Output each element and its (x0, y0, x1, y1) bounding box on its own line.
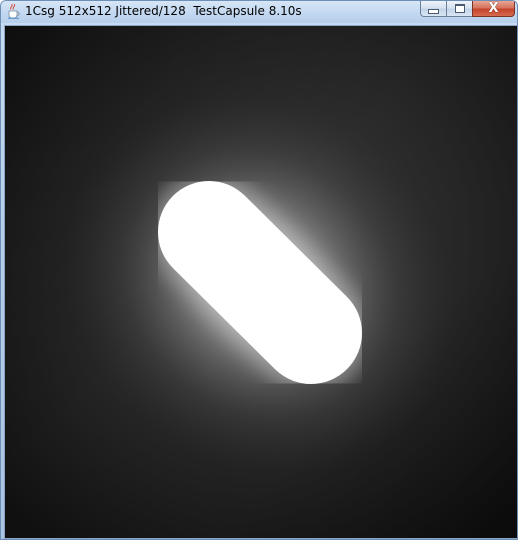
window-title: 1Csg 512x512 Jittered/128 TestCapsule 8.… (25, 4, 302, 18)
render-image (5, 26, 517, 538)
app-window: 1Csg 512x512 Jittered/128 TestCapsule 8.… (0, 0, 518, 540)
minimize-button[interactable] (420, 1, 446, 17)
capsule-shape (158, 181, 362, 384)
title-bar[interactable]: 1Csg 512x512 Jittered/128 TestCapsule 8.… (1, 1, 517, 23)
render-canvas[interactable] (4, 25, 517, 539)
minimize-icon (428, 9, 439, 14)
java-coffee-cup-icon[interactable] (7, 3, 21, 19)
close-button[interactable]: X (472, 0, 515, 17)
maximize-button[interactable] (446, 1, 472, 17)
maximize-icon (454, 4, 465, 13)
close-icon: X (488, 0, 499, 16)
caption-buttons: X (420, 0, 515, 18)
